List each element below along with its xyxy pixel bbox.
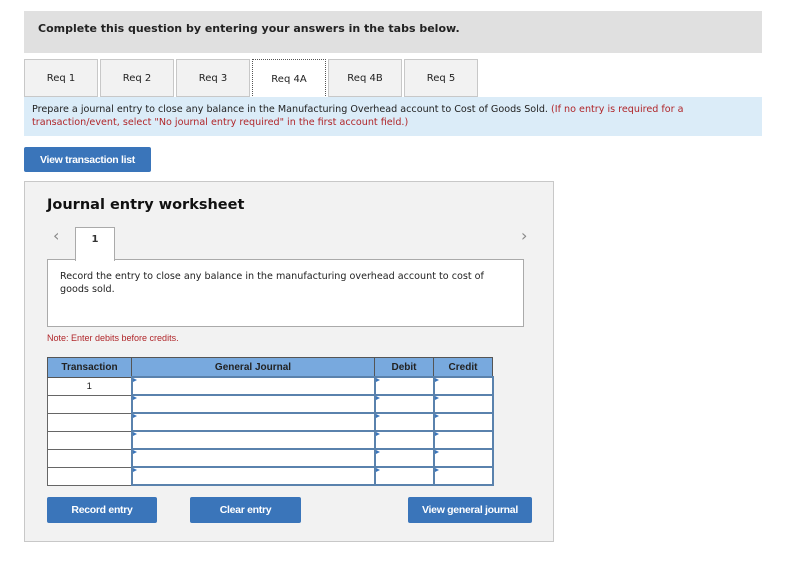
- table-row: 1: [47, 376, 494, 396]
- instruction-banner: Complete this question by entering your …: [24, 11, 762, 53]
- transaction-cell: [47, 466, 132, 486]
- entry-tab-1[interactable]: 1: [75, 227, 115, 261]
- tab-req-5[interactable]: Req 5: [404, 59, 478, 97]
- worksheet-title: Journal entry worksheet: [47, 197, 245, 213]
- credit-input[interactable]: [432, 412, 494, 432]
- instruction-text: Complete this question by entering your …: [38, 22, 460, 35]
- account-input[interactable]: [130, 412, 376, 432]
- header-transaction: Transaction: [47, 357, 132, 378]
- debit-input[interactable]: [373, 394, 435, 414]
- transaction-cell: [47, 430, 132, 450]
- journal-table: Transaction General Journal Debit Credit…: [47, 357, 494, 486]
- account-input[interactable]: [130, 394, 376, 414]
- credit-input[interactable]: [432, 466, 494, 486]
- table-row: [47, 394, 494, 414]
- table-row: [47, 466, 494, 486]
- tab-req-1[interactable]: Req 1: [24, 59, 98, 97]
- header-general-journal: General Journal: [131, 357, 375, 378]
- chevron-left-icon[interactable]: ‹: [53, 226, 59, 245]
- transaction-cell: [47, 448, 132, 468]
- header-debit: Debit: [374, 357, 434, 378]
- account-input[interactable]: [130, 430, 376, 450]
- table-row: [47, 448, 494, 468]
- requirement-tabs: Req 1 Req 2 Req 3 Req 4A Req 4B Req 5: [24, 59, 480, 98]
- credit-input[interactable]: [432, 376, 494, 396]
- account-input[interactable]: [130, 466, 376, 486]
- entry-description: Record the entry to close any balance in…: [47, 259, 524, 327]
- debit-input[interactable]: [373, 466, 435, 486]
- credit-input[interactable]: [432, 394, 494, 414]
- prompt-main-text: Prepare a journal entry to close any bal…: [32, 104, 548, 115]
- tab-req-4a[interactable]: Req 4A: [252, 59, 326, 98]
- clear-entry-button[interactable]: Clear entry: [190, 497, 301, 523]
- tab-req-4b[interactable]: Req 4B: [328, 59, 402, 97]
- credit-input[interactable]: [432, 430, 494, 450]
- tab-req-3[interactable]: Req 3: [176, 59, 250, 97]
- tab-req-2[interactable]: Req 2: [100, 59, 174, 97]
- record-entry-button[interactable]: Record entry: [47, 497, 157, 523]
- debit-credit-note: Note: Enter debits before credits.: [47, 333, 179, 343]
- debit-input[interactable]: [373, 430, 435, 450]
- transaction-cell: 1: [47, 376, 132, 396]
- credit-input[interactable]: [432, 448, 494, 468]
- view-transaction-list-button[interactable]: View transaction list: [24, 147, 151, 172]
- account-input[interactable]: [130, 376, 376, 396]
- view-general-journal-button[interactable]: View general journal: [408, 497, 532, 523]
- header-credit: Credit: [433, 357, 493, 378]
- chevron-right-icon[interactable]: ›: [521, 226, 527, 245]
- transaction-cell: [47, 394, 132, 414]
- question-prompt: Prepare a journal entry to close any bal…: [24, 97, 762, 136]
- debit-input[interactable]: [373, 448, 435, 468]
- debit-input[interactable]: [373, 412, 435, 432]
- table-row: [47, 412, 494, 432]
- transaction-cell: [47, 412, 132, 432]
- journal-entry-worksheet: Journal entry worksheet ‹ › 1 Record the…: [24, 181, 554, 542]
- table-row: [47, 430, 494, 450]
- debit-input[interactable]: [373, 376, 435, 396]
- account-input[interactable]: [130, 448, 376, 468]
